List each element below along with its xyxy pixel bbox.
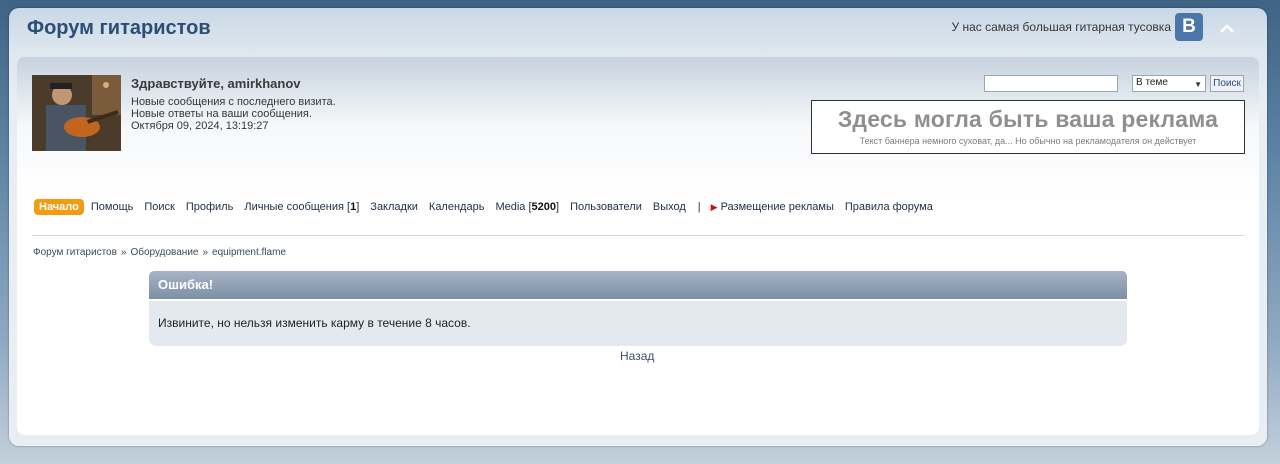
search-button[interactable]: Поиск: [1210, 75, 1244, 92]
media-count: 5200: [531, 201, 557, 213]
new-replies-link[interactable]: Новые ответы на ваши сообщения.: [131, 108, 312, 120]
breadcrumb-separator: »: [202, 247, 209, 258]
new-posts-link[interactable]: Новые сообщения с последнего визита.: [131, 96, 336, 108]
breadcrumb-item[interactable]: Оборудование: [130, 247, 198, 258]
user-greeting: Здравствуйте, amirkhanov: [131, 76, 301, 91]
ad-subtitle: Текст баннера немного суховат, да... Но …: [859, 136, 1197, 146]
avatar[interactable]: [32, 75, 121, 151]
breadcrumb-item[interactable]: Форум гитаристов: [33, 247, 117, 258]
error-box: Ошибка! Извините, но нельзя изменить кар…: [149, 271, 1127, 346]
chevron-down-icon: ▼: [1194, 80, 1202, 89]
search-scope-select[interactable]: В теме ▼: [1132, 75, 1206, 92]
breadcrumb: Форум гитаристов» Оборудование» equipment.…: [33, 247, 286, 258]
error-message: Извините, но нельзя изменить карму в теч…: [149, 301, 1127, 346]
ad-title: Здесь могла быть ваша реклама: [837, 106, 1219, 132]
nav-advertising[interactable]: Размещение рекламы: [721, 201, 834, 213]
nav-logout[interactable]: Выход: [653, 201, 686, 213]
nav-search[interactable]: Поиск: [144, 201, 174, 213]
vk-icon[interactable]: B: [1175, 13, 1203, 41]
nav-bookmarks[interactable]: Закладки: [370, 201, 418, 213]
nav-messages-label: Личные сообщения: [244, 201, 344, 213]
page-wrapper: Форум гитаристов У нас самая большая гит…: [9, 8, 1267, 446]
nav-home[interactable]: Начало: [34, 199, 84, 215]
nav-rules[interactable]: Правила форума: [845, 201, 933, 213]
forum-title[interactable]: Форум гитаристов: [27, 17, 211, 40]
user-panel: Здравствуйте, amirkhanov Новые сообщения…: [17, 57, 1259, 435]
nav-profile[interactable]: Профиль: [186, 201, 234, 213]
nav-help[interactable]: Помощь: [91, 201, 134, 213]
nav-separator: |: [697, 201, 701, 213]
arrow-right-icon: ▶: [710, 201, 718, 212]
search-scope-value: В теме: [1136, 77, 1168, 88]
messages-count: 1: [350, 201, 357, 213]
error-title: Ошибка!: [149, 271, 1127, 299]
back-link[interactable]: Назад: [620, 349, 654, 363]
main-nav: Начало Помощь Поиск Профиль Личные сообщ…: [34, 198, 944, 216]
ad-banner[interactable]: Здесь могла быть ваша реклама Текст банн…: [811, 100, 1245, 154]
header-tagline: У нас самая большая гитарная тусовка: [951, 20, 1171, 34]
nav-media[interactable]: Media [5200]: [495, 201, 559, 213]
nav-users[interactable]: Пользователи: [570, 201, 642, 213]
nav-divider: [32, 235, 1244, 236]
nav-media-label: Media: [495, 201, 526, 213]
breadcrumb-separator: »: [120, 247, 127, 258]
nav-calendar[interactable]: Календарь: [429, 201, 485, 213]
collapse-up-icon[interactable]: [1219, 22, 1235, 34]
nav-messages[interactable]: Личные сообщения [1]: [244, 201, 359, 213]
breadcrumb-item[interactable]: equipment.flame: [212, 247, 286, 258]
search-input[interactable]: [984, 75, 1118, 92]
current-datetime: Октября 09, 2024, 13:19:27: [131, 120, 269, 132]
